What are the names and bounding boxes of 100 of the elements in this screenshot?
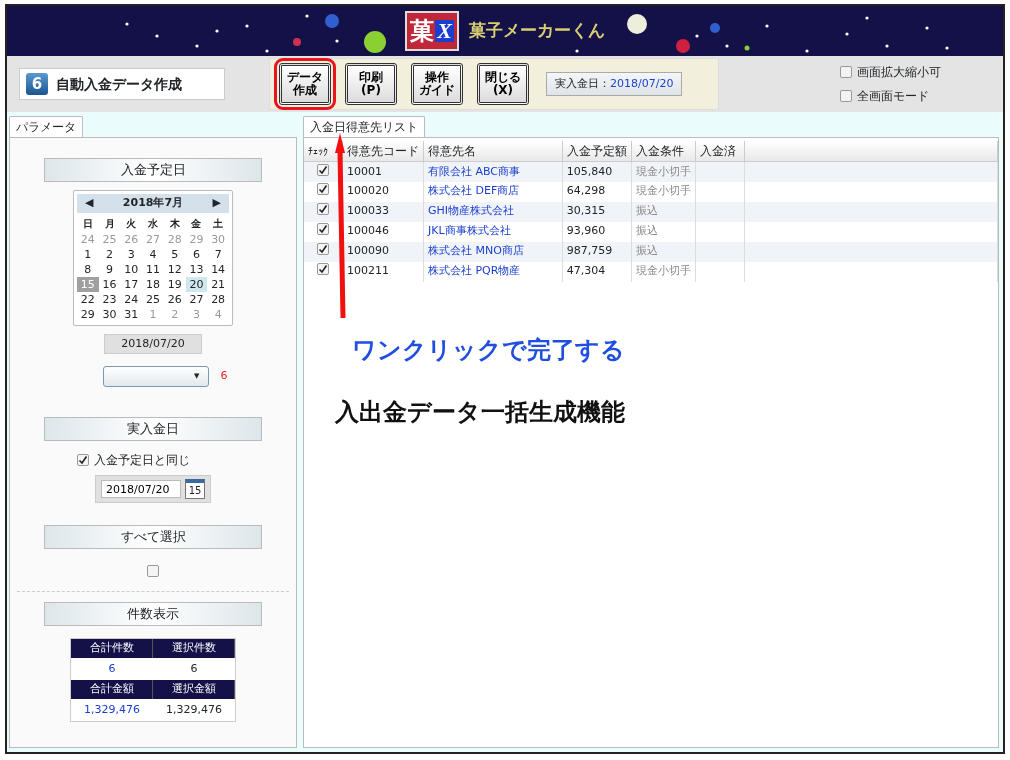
row-checkbox[interactable] <box>317 263 329 276</box>
parameter-tab[interactable]: パラメータ <box>9 116 83 137</box>
table-cell: 現金小切手 <box>635 184 691 198</box>
table-cell: 10001 <box>346 164 382 178</box>
toolbar-button[interactable]: データ 作成 <box>274 58 336 110</box>
table-cell: 振込 <box>635 224 658 238</box>
calendar-day[interactable]: 5 <box>163 246 186 262</box>
summary-value: 6 <box>189 660 199 677</box>
calendar-day[interactable]: 4 <box>142 246 164 262</box>
checkbox[interactable] <box>76 454 89 466</box>
calendar-day[interactable]: 12 <box>163 261 186 277</box>
table-cell: 振込 <box>635 244 658 258</box>
table-cell: 100211 <box>346 264 389 278</box>
actual-date-display: 実入金日：2018/07/20 <box>546 72 683 96</box>
feature-caption: 入出金データ一括生成機能 <box>335 397 625 428</box>
calendar-day[interactable]: 21 <box>207 276 229 292</box>
column-header: 得意先名 <box>423 141 563 162</box>
summary-value: 1,329,476 <box>165 701 223 718</box>
table-cell: 100033 <box>346 204 389 218</box>
table-cell: 47,304 <box>566 264 606 278</box>
summary-header: 選択件数 <box>153 639 235 658</box>
summary-value: 6 <box>107 660 117 677</box>
column-header: 入金済 <box>695 141 745 162</box>
table-cell: 64,298 <box>566 184 606 198</box>
calendar-day[interactable]: 8 <box>77 261 99 277</box>
calendar-day[interactable]: 7 <box>207 246 229 262</box>
row-checkbox[interactable] <box>317 243 329 256</box>
calendar-day[interactable]: 17 <box>120 276 143 292</box>
weekday-label: 木 <box>168 216 181 231</box>
prev-month-button[interactable]: ◀ <box>85 195 94 212</box>
calendar-day[interactable]: 14 <box>207 261 229 277</box>
section-heading: 入金予定日 <box>44 158 262 182</box>
summary-value: 1,329,476 <box>83 701 141 718</box>
weekday-label: 日 <box>81 216 94 231</box>
checkbox-label: 入金予定日と同じ <box>93 452 190 469</box>
row-checkbox[interactable] <box>317 203 329 216</box>
option-label: 全画面モード <box>857 88 929 105</box>
calendar-day[interactable]: 29 <box>77 306 99 322</box>
row-checkbox[interactable] <box>317 223 329 236</box>
calendar-day[interactable]: 20 <box>185 276 208 292</box>
checkbox[interactable] <box>840 66 852 78</box>
summary-header: 選択金額 <box>153 680 235 699</box>
table-cell: 株式会社 DEF商店 <box>427 184 520 198</box>
table-cell: 株式会社 MNO商店 <box>427 244 524 258</box>
column-header: 入金予定額 <box>562 141 632 162</box>
date-input-field[interactable]: 2018/07/20 <box>101 480 181 498</box>
section-heading: 件数表示 <box>44 602 262 626</box>
screen-number-icon: 6 <box>26 73 48 95</box>
table-cell: 100090 <box>346 244 389 258</box>
weekday-label: 水 <box>147 216 159 231</box>
section-heading: すべて選択 <box>44 525 262 549</box>
table-cell: 93,960 <box>566 224 606 238</box>
table-cell: 100046 <box>346 224 389 238</box>
option-label: 画面拡大縮小可 <box>857 64 941 81</box>
table-cell: 現金小切手 <box>635 164 691 178</box>
weekday-label: 金 <box>190 216 203 231</box>
column-header: 入金条件 <box>631 141 696 162</box>
section-heading: 実入金日 <box>44 417 262 441</box>
calendar-day[interactable]: 11 <box>142 261 164 277</box>
calendar-day[interactable]: 31 <box>120 306 143 322</box>
calendar-day[interactable]: 26 <box>163 291 186 307</box>
calendar-day[interactable]: 23 <box>98 291 121 307</box>
table-cell: 30,315 <box>566 204 606 218</box>
checkbox[interactable] <box>840 90 852 102</box>
calendar-day[interactable]: 25 <box>142 291 164 307</box>
calendar-day[interactable]: 13 <box>185 261 208 277</box>
calendar-day[interactable]: 27 <box>185 291 208 307</box>
app-title: 菓子メーカーくん <box>468 19 605 43</box>
callout-caption: ワンクリックで完了する <box>352 335 625 366</box>
calendar-day[interactable]: 1 <box>77 246 99 262</box>
calendar-day[interactable]: 28 <box>207 291 229 307</box>
weekday-label: 月 <box>103 216 116 231</box>
table-cell: 有限会社 ABC商事 <box>427 164 521 178</box>
calendar-day[interactable]: 6 <box>185 246 208 262</box>
row-checkbox[interactable] <box>317 183 329 196</box>
table-cell: 株式会社 PQR物産 <box>427 264 521 278</box>
calendar-day[interactable]: 16 <box>98 276 121 292</box>
calendar-day[interactable]: 2 <box>98 246 121 262</box>
calendar-icon[interactable]: 15 <box>185 479 205 499</box>
logo-icon: 菓X <box>405 11 459 51</box>
scheduled-date: 2018/07/20 <box>104 333 202 354</box>
summary-header: 合計金額 <box>71 680 153 699</box>
calendar-day[interactable]: 18 <box>142 276 164 292</box>
calendar-day[interactable]: 19 <box>163 276 186 292</box>
calendar-day[interactable]: 9 <box>98 261 121 277</box>
calendar-day[interactable]: 30 <box>98 306 121 322</box>
calendar-day[interactable]: 24 <box>120 291 143 307</box>
table-cell: 振込 <box>635 204 658 218</box>
table-cell: 987,759 <box>566 244 613 258</box>
table-cell: 現金小切手 <box>635 264 691 278</box>
calendar-day[interactable]: 3 <box>120 246 143 262</box>
table-cell: GHI物産株式会社 <box>427 204 514 218</box>
calendar-day[interactable]: 22 <box>77 291 99 307</box>
screen-title: 自動入金データ作成 <box>56 74 182 94</box>
next-month-button[interactable]: ▶ <box>212 195 221 212</box>
row-checkbox[interactable] <box>317 163 329 176</box>
list-tab[interactable]: 入金日得意先リスト <box>303 116 425 137</box>
calendar-day[interactable]: 10 <box>120 261 143 277</box>
select-all-checkbox[interactable] <box>147 565 159 577</box>
column-header: 得意先コード <box>342 141 424 162</box>
